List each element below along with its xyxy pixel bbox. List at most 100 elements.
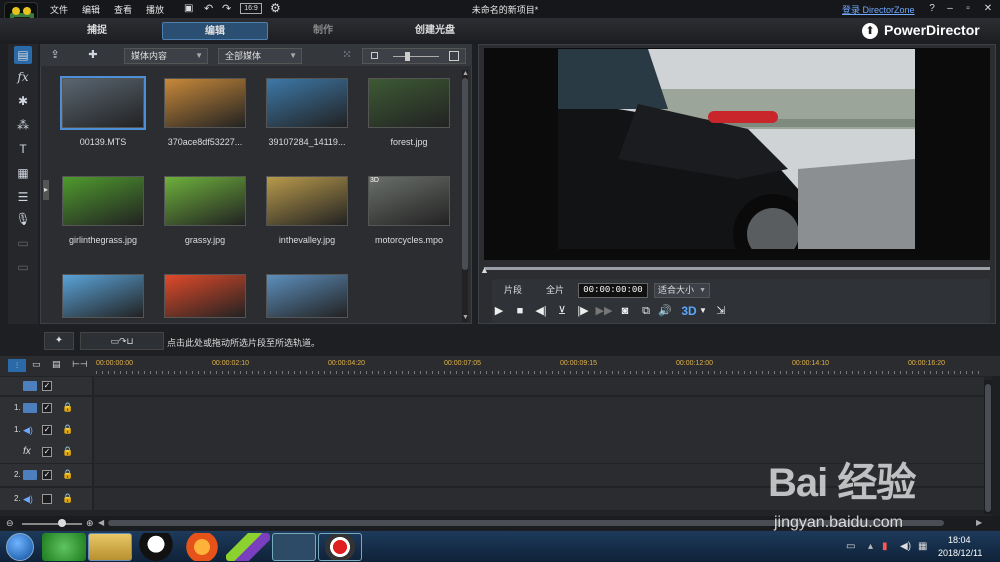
- login-link[interactable]: 登录 DirectorZone: [842, 3, 915, 16]
- undock-icon[interactable]: ⇲: [712, 303, 730, 319]
- fit-size-dropdown[interactable]: 适合大小 ▼: [654, 283, 710, 298]
- snapshot-icon[interactable]: ◙: [616, 303, 634, 319]
- filter-dropdown[interactable]: 全部媒体 ▼: [218, 48, 302, 64]
- 3d-toggle-button[interactable]: 3D: [678, 303, 700, 319]
- fast-forward-icon[interactable]: ▶▶: [595, 303, 613, 319]
- stop-icon[interactable]: ■: [511, 303, 529, 319]
- timecode-display[interactable]: 00:00:00:00: [578, 283, 648, 298]
- tab-create-disc[interactable]: 创建光盘: [382, 22, 488, 40]
- content-dropdown[interactable]: 媒体内容 ▼: [124, 48, 208, 64]
- scroll-up-icon[interactable]: ▲: [462, 70, 469, 77]
- menu-file[interactable]: 文件: [50, 3, 68, 16]
- chapter-room-icon[interactable]: ▭: [14, 234, 32, 252]
- track-enable-checkbox[interactable]: ✓: [42, 381, 52, 391]
- library-scroll-thumb[interactable]: [462, 78, 468, 270]
- zoom-in-icon[interactable]: ⊕: [86, 518, 94, 529]
- lock-icon[interactable]: 🔒: [62, 446, 73, 457]
- preview-progress-bar[interactable]: [484, 267, 990, 270]
- powerdirector-task-icon[interactable]: [272, 533, 316, 561]
- menu-edit[interactable]: 编辑: [82, 3, 100, 16]
- recorder-icon[interactable]: [318, 533, 362, 561]
- start-button[interactable]: [6, 533, 34, 561]
- media-app-icon[interactable]: [226, 533, 270, 561]
- clock-date[interactable]: 2018/12/11: [938, 548, 982, 558]
- track-enable-checkbox[interactable]: [42, 494, 52, 504]
- chevron-down-icon[interactable]: ▼: [698, 303, 708, 319]
- lock-icon[interactable]: 🔒: [62, 493, 73, 504]
- zoom-handle[interactable]: [405, 52, 410, 61]
- media-thumbnail[interactable]: [266, 176, 348, 226]
- lock-icon[interactable]: 🔒: [62, 424, 73, 435]
- timeline-zoom-track[interactable]: [22, 523, 82, 525]
- clock-time[interactable]: 18:04: [948, 535, 971, 545]
- split-icon[interactable]: ⊻: [553, 303, 571, 319]
- track-lane[interactable]: [94, 377, 984, 395]
- timeline-zoom-handle[interactable]: [58, 519, 66, 527]
- media-thumbnail[interactable]: [368, 78, 450, 128]
- upload-icon[interactable]: ⬆: [862, 23, 878, 39]
- track-enable-checkbox[interactable]: ✓: [42, 425, 52, 435]
- tab-edit[interactable]: 编辑: [162, 22, 268, 40]
- timeline-vscroll-thumb[interactable]: [985, 384, 991, 512]
- track-manager-icon[interactable]: ▤: [52, 359, 68, 372]
- import-media-icon[interactable]: ⇪: [44, 47, 66, 63]
- undo-icon[interactable]: ↶: [204, 2, 213, 15]
- keyboard-icon[interactable]: ▭: [846, 541, 855, 552]
- voice-record-icon[interactable]: 🎙: [14, 210, 32, 228]
- track-enable-checkbox[interactable]: ✓: [42, 470, 52, 480]
- media-thumbnail[interactable]: [164, 176, 246, 226]
- ruler-ticks[interactable]: [96, 371, 982, 374]
- scroll-left-icon[interactable]: ◀: [98, 518, 104, 527]
- tray-chevron-icon[interactable]: ▴: [868, 541, 873, 552]
- lock-icon[interactable]: 🔒: [62, 469, 73, 480]
- fx-room-icon[interactable]: fx: [14, 68, 32, 86]
- resolution-icon[interactable]: 16:9: [240, 3, 262, 14]
- subtitle-room-icon[interactable]: ▭: [14, 258, 32, 276]
- plugin-icon[interactable]: ✚: [82, 47, 104, 63]
- media-thumbnail[interactable]: [266, 274, 348, 318]
- media-thumbnail[interactable]: [62, 274, 144, 318]
- previous-frame-icon[interactable]: ◀|: [532, 303, 550, 319]
- firefox-icon[interactable]: [180, 533, 224, 561]
- play-icon[interactable]: ▶: [490, 303, 508, 319]
- audio-mixing-icon[interactable]: ☰: [14, 188, 32, 206]
- app-icon-360[interactable]: [42, 533, 86, 561]
- title-room-icon[interactable]: T: [14, 140, 32, 158]
- qq-icon[interactable]: [134, 533, 178, 561]
- media-thumbnail[interactable]: [266, 78, 348, 128]
- security-icon[interactable]: ▮: [882, 541, 888, 552]
- track-enable-checkbox[interactable]: ✓: [42, 447, 52, 457]
- fit-timeline-icon[interactable]: ⊢⊣: [72, 359, 88, 372]
- lock-icon[interactable]: 🔒: [62, 402, 73, 413]
- track-lane[interactable]: [94, 419, 984, 441]
- track-lane[interactable]: [94, 397, 984, 419]
- menu-play[interactable]: 播放: [146, 3, 164, 16]
- particle-room-icon[interactable]: ⁂: [14, 116, 32, 134]
- minimize-button[interactable]: –: [943, 2, 957, 16]
- volume-icon[interactable]: 🔊: [656, 303, 674, 319]
- save-icon[interactable]: ▣: [184, 3, 193, 14]
- segment-mode-button[interactable]: 片段: [498, 283, 528, 297]
- help-button[interactable]: ?: [925, 2, 939, 16]
- volume-tray-icon[interactable]: ◀): [900, 541, 911, 552]
- timeline-view-icon[interactable]: ⫶: [8, 359, 26, 372]
- insert-to-track-button[interactable]: ▭↷⊔: [80, 332, 164, 350]
- pip-room-icon[interactable]: ✱: [14, 92, 32, 110]
- media-thumbnail[interactable]: [164, 274, 246, 318]
- maximize-button[interactable]: ▫: [961, 2, 975, 16]
- scroll-down-icon[interactable]: ▼: [462, 314, 469, 321]
- transition-room-icon[interactable]: ▦: [14, 164, 32, 182]
- tab-produce[interactable]: 制作: [270, 22, 376, 40]
- zoom-out-icon[interactable]: ⊖: [6, 518, 14, 529]
- tab-capture[interactable]: 捕捉: [44, 22, 150, 40]
- gear-icon[interactable]: ⚙: [270, 1, 281, 15]
- scroll-right-icon[interactable]: ▶: [976, 518, 982, 527]
- full-mode-button[interactable]: 全片: [540, 283, 570, 297]
- network-icon[interactable]: ▦: [918, 541, 927, 552]
- explorer-icon[interactable]: [88, 533, 132, 561]
- next-frame-icon[interactable]: |▶: [574, 303, 592, 319]
- media-thumbnail[interactable]: [368, 176, 450, 226]
- magic-tools-icon[interactable]: ✦: [44, 332, 74, 350]
- thumbnail-zoom-slider[interactable]: [362, 48, 466, 64]
- display-mode-icon[interactable]: ⧉: [637, 303, 655, 319]
